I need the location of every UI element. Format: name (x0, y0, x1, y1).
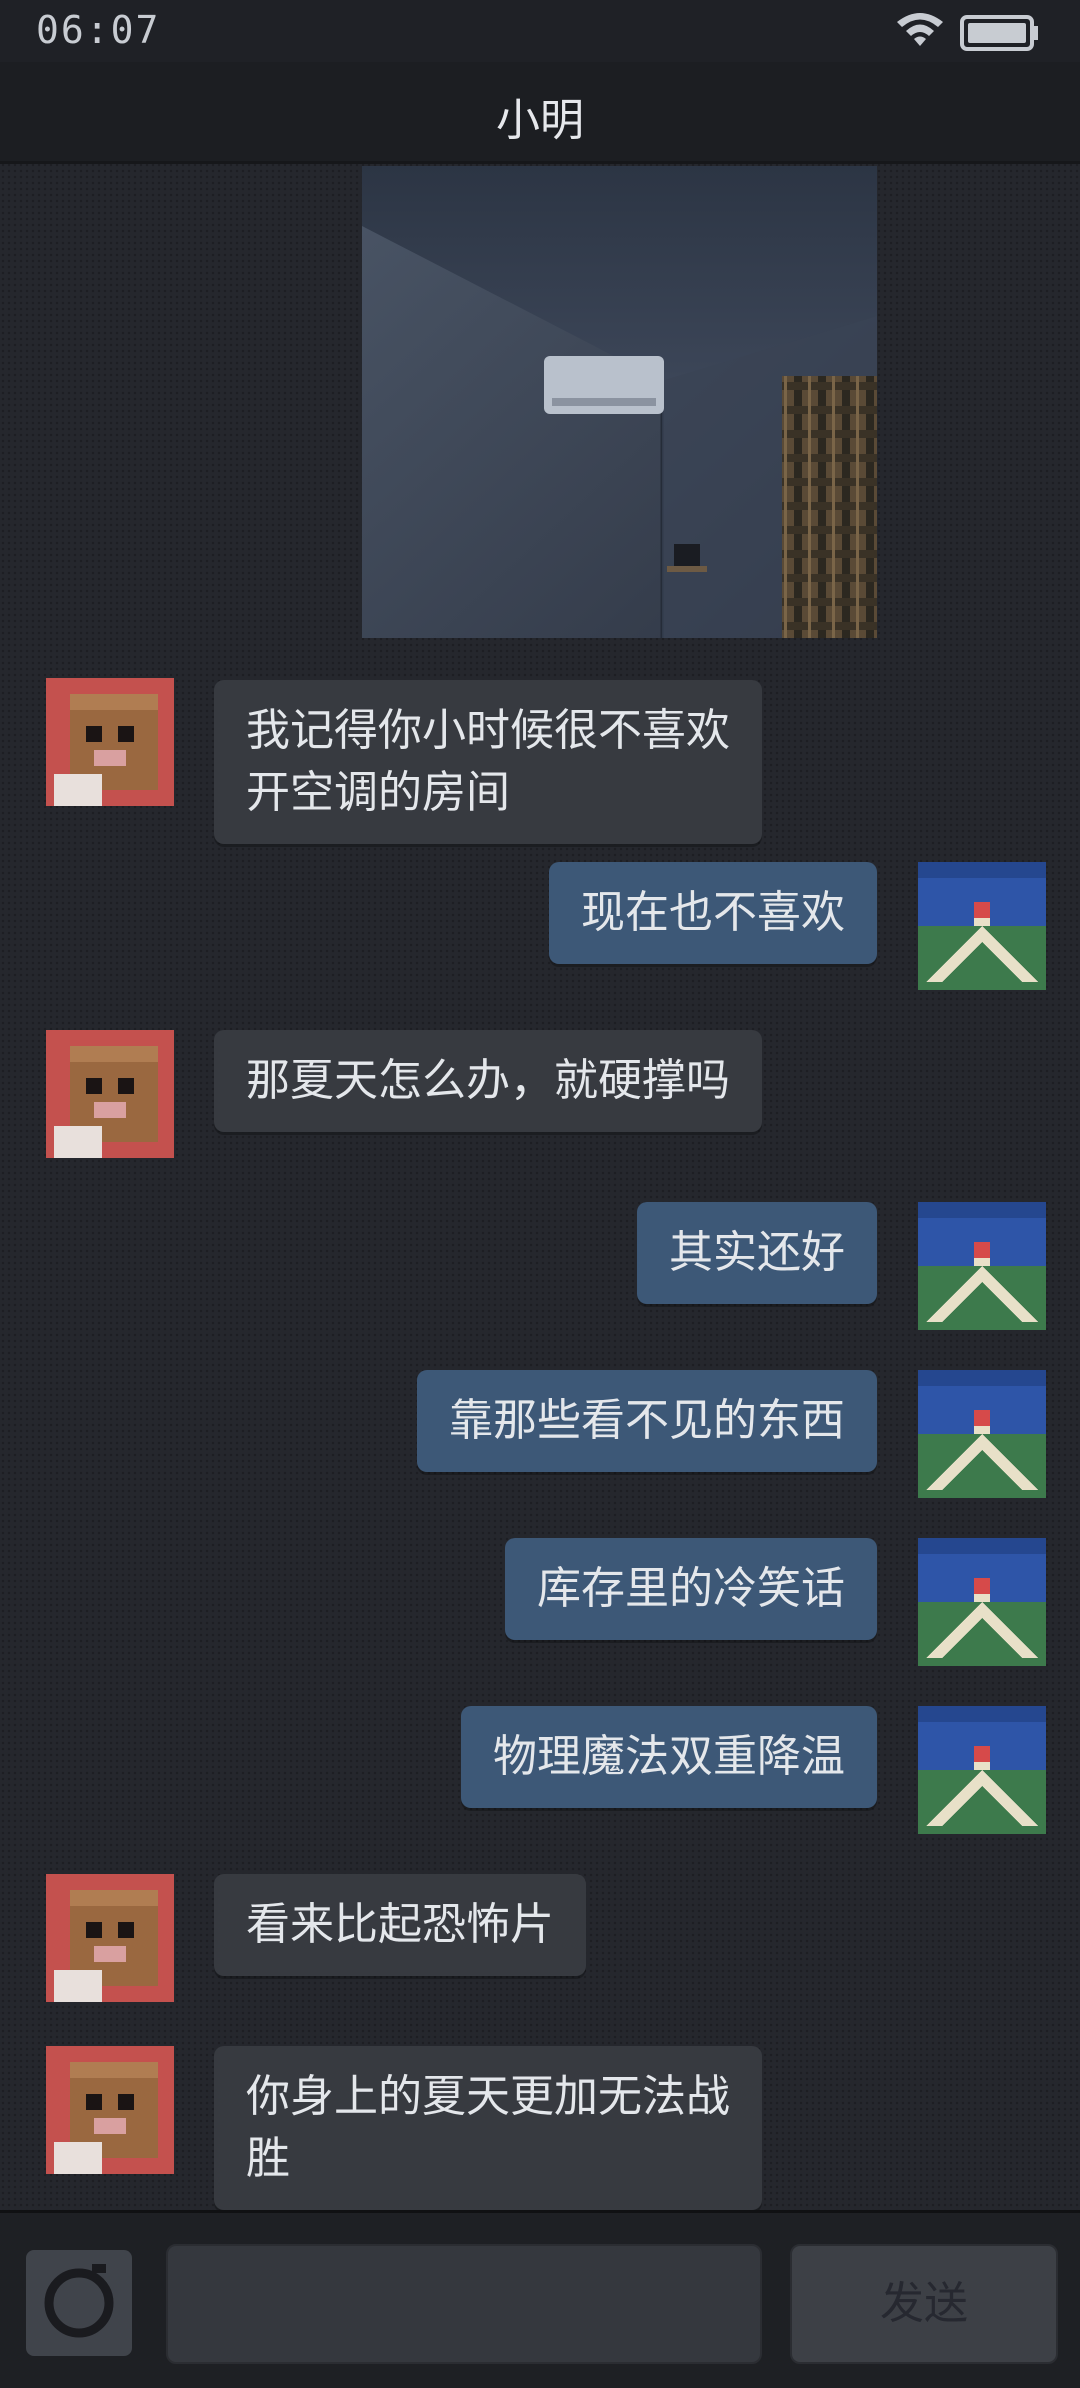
camera-button[interactable] (26, 2250, 132, 2356)
message-line: 库存里的冷笑话 (537, 1563, 845, 1614)
message-bubble[interactable]: 我记得你小时候很不喜欢 开空调的房间 (214, 680, 762, 844)
chat-title: 小明 (496, 95, 584, 146)
contact-avatar[interactable] (46, 1874, 174, 2002)
message-bubble[interactable]: 那夏天怎么办，就硬撑吗 (214, 1030, 762, 1132)
wifi-icon (897, 13, 943, 46)
message-line: 靠那些看不见的东西 (449, 1395, 845, 1446)
message-line: 现在也不喜欢 (581, 887, 845, 938)
my-avatar[interactable] (918, 1538, 1046, 1666)
message-line: 胜 (246, 2133, 290, 2184)
message-line: 那夏天怎么办，就硬撑吗 (246, 1055, 730, 1106)
message-line: 开空调的房间 (246, 767, 510, 818)
message-bubble[interactable]: 其实还好 (637, 1202, 877, 1304)
contact-avatar[interactable] (46, 2046, 174, 2174)
message-line: 看来比起恐怖片 (246, 1899, 554, 1950)
room-photo (362, 166, 877, 638)
my-avatar[interactable] (918, 1202, 1046, 1330)
my-avatar[interactable] (918, 1370, 1046, 1498)
message-line: 我记得你小时候很不喜欢 (246, 705, 730, 756)
contact-avatar[interactable] (46, 1030, 174, 1158)
message-line: 其实还好 (669, 1227, 845, 1278)
photo-message[interactable] (362, 166, 877, 638)
message-bubble[interactable]: 物理魔法双重降温 (461, 1706, 877, 1808)
send-button[interactable]: 发送 (790, 2244, 1058, 2364)
message-line: 物理魔法双重降温 (493, 1731, 845, 1782)
my-avatar[interactable] (918, 1706, 1046, 1834)
camera-icon (44, 2264, 114, 2338)
my-avatar[interactable] (918, 862, 1046, 990)
message-input[interactable] (166, 2244, 762, 2364)
message-bubble[interactable]: 看来比起恐怖片 (214, 1874, 586, 1976)
battery-icon (960, 15, 1038, 51)
message-bubble[interactable]: 现在也不喜欢 (549, 862, 877, 964)
contact-avatar[interactable] (46, 678, 174, 806)
status-bar: 06:07 (0, 0, 1080, 62)
message-bubble[interactable]: 你身上的夏天更加无法战 胜 (214, 2046, 762, 2210)
status-time: 06:07 (36, 8, 161, 52)
message-bubble[interactable]: 库存里的冷笑话 (505, 1538, 877, 1640)
chat-header: 小明 (0, 62, 1080, 164)
message-line: 你身上的夏天更加无法战 (246, 2071, 730, 2122)
message-bubble[interactable]: 靠那些看不见的东西 (417, 1370, 877, 1472)
